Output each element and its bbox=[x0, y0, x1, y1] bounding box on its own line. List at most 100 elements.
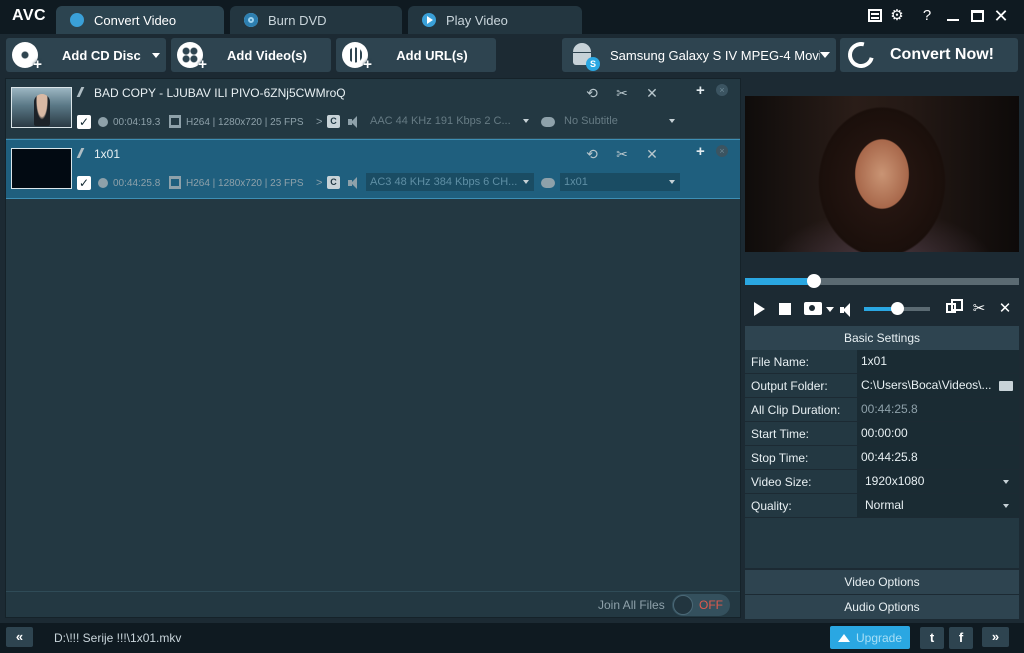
file-title[interactable]: BAD COPY - LJUBAV ILI PIVO-6ZNj5CWMroQ bbox=[94, 86, 346, 100]
start-time-field[interactable]: 00:00:00 bbox=[857, 422, 1019, 445]
remove-file-icon[interactable]: × bbox=[716, 84, 728, 96]
audio-options-button[interactable]: Audio Options bbox=[745, 595, 1019, 619]
clock-icon bbox=[98, 178, 108, 188]
app-logo: AVC bbox=[12, 7, 47, 24]
audio-track-label: AAC 44 KHz 191 Kbps 2 C... bbox=[370, 115, 511, 127]
minimize-icon bbox=[947, 19, 959, 21]
subtitle-label: 1x01 bbox=[564, 176, 588, 188]
effects-icon[interactable]: ✕ bbox=[644, 85, 660, 101]
add-videos-button[interactable]: Add Video(s) bbox=[171, 38, 331, 73]
convert-now-button[interactable]: Convert Now! bbox=[840, 37, 1018, 73]
volume-slider[interactable] bbox=[864, 302, 930, 315]
play-icon[interactable] bbox=[754, 302, 765, 316]
sync-icon[interactable]: ⟲ bbox=[584, 146, 600, 162]
tab-play-video[interactable]: Play Video bbox=[408, 6, 582, 34]
tab-label: Convert Video bbox=[94, 12, 177, 28]
video-info: H264 | 1280x720 | 25 FPS bbox=[186, 117, 304, 128]
chevron-down-icon[interactable] bbox=[826, 307, 834, 312]
maximize-button[interactable] bbox=[966, 6, 988, 26]
folder-icon[interactable] bbox=[999, 381, 1013, 391]
twitter-button[interactable]: t bbox=[920, 627, 944, 649]
add-urls-button[interactable]: Add URL(s) bbox=[336, 38, 496, 73]
video-size-select[interactable]: 1920x1080 bbox=[857, 470, 1019, 493]
basic-settings-header[interactable]: Basic Settings bbox=[745, 326, 1019, 350]
twitter-icon: t bbox=[929, 630, 935, 645]
disc-icon bbox=[244, 13, 258, 27]
video-info: H264 | 1280x720 | 23 FPS bbox=[186, 178, 304, 189]
add-segment-icon[interactable]: + bbox=[696, 82, 705, 99]
title-bar: AVC Convert Video Burn DVD Play Video ⚙ … bbox=[0, 0, 1024, 34]
subtitle-icon bbox=[541, 178, 555, 188]
video-thumbnail[interactable] bbox=[11, 87, 72, 128]
video-thumbnail[interactable] bbox=[11, 148, 72, 189]
video-preview[interactable] bbox=[745, 96, 1019, 252]
add-url-icon bbox=[342, 42, 372, 73]
edit-icon[interactable] bbox=[76, 148, 92, 158]
menu-button[interactable] bbox=[864, 6, 886, 26]
add-segment-icon[interactable]: + bbox=[696, 143, 705, 160]
scissors-icon[interactable]: ✂ bbox=[614, 146, 630, 162]
remove-file-icon[interactable]: × bbox=[716, 145, 728, 157]
speaker-icon bbox=[348, 116, 360, 128]
chevron-down-icon bbox=[523, 180, 529, 184]
edit-icon[interactable] bbox=[76, 87, 92, 97]
refresh-icon bbox=[843, 37, 879, 73]
quality-select[interactable]: Normal bbox=[857, 494, 1019, 517]
file-name-field[interactable]: 1x01 bbox=[857, 350, 1019, 373]
settings-button[interactable]: ⚙ bbox=[886, 6, 908, 26]
chevron-down-icon bbox=[523, 119, 529, 123]
arrow-icon: > bbox=[316, 116, 323, 128]
setting-quality: Quality: Normal bbox=[745, 494, 1019, 518]
sync-icon[interactable]: ⟲ bbox=[584, 85, 600, 101]
file-row[interactable]: BAD COPY - LJUBAV ILI PIVO-6ZNj5CWMroQ ✓… bbox=[6, 79, 740, 139]
convert-now-label: Convert Now! bbox=[890, 46, 994, 63]
output-folder-field[interactable]: C:\Users\Boca\Videos\... bbox=[857, 374, 1019, 397]
file-checkbox[interactable]: ✓ bbox=[77, 176, 91, 190]
chevron-down-icon[interactable] bbox=[152, 52, 160, 58]
setting-file-name: File Name: 1x01 bbox=[745, 350, 1019, 374]
collapse-button[interactable]: « bbox=[6, 627, 33, 647]
preview-panel: ✂ ✕ Basic Settings File Name: 1x01 Outpu… bbox=[744, 78, 1020, 619]
minimize-button[interactable] bbox=[942, 6, 964, 26]
file-list: BAD COPY - LJUBAV ILI PIVO-6ZNj5CWMroQ ✓… bbox=[5, 78, 741, 618]
output-profile-select[interactable]: S Samsung Galaxy S IV MPEG-4 Movie (... bbox=[562, 38, 836, 72]
expand-button[interactable]: » bbox=[982, 627, 1009, 647]
file-row[interactable]: 1x01 ✓ 00:44:25.8 H264 | 1280x720 | 23 F… bbox=[6, 139, 740, 199]
tab-burn-dvd[interactable]: Burn DVD bbox=[230, 6, 402, 34]
effects-icon[interactable]: ✕ bbox=[996, 300, 1014, 318]
status-bar: « D:\!!! Serije !!!\1x01.mkv Upgrade t f… bbox=[0, 623, 1024, 653]
file-title[interactable]: 1x01 bbox=[94, 147, 120, 161]
join-all-files-toggle[interactable]: OFF bbox=[672, 594, 730, 616]
audio-track-select[interactable]: AAC 44 KHz 191 Kbps 2 C... bbox=[366, 112, 534, 130]
output-folder-value: C:\Users\Boca\Videos\... bbox=[861, 378, 992, 392]
audio-track-select[interactable]: AC3 48 KHz 384 Kbps 6 CH... bbox=[366, 173, 534, 191]
convert-icon bbox=[70, 13, 84, 27]
help-button[interactable]: ? bbox=[916, 6, 938, 26]
add-cd-disc-button[interactable]: Add CD Disc bbox=[6, 38, 166, 73]
effects-icon[interactable]: ✕ bbox=[644, 146, 660, 162]
codec-badge-icon: C bbox=[327, 176, 340, 189]
stop-time-field[interactable]: 00:44:25.8 bbox=[857, 446, 1019, 469]
detach-window-button[interactable] bbox=[942, 299, 963, 318]
seek-bar[interactable] bbox=[745, 274, 1019, 288]
file-checkbox[interactable]: ✓ bbox=[77, 115, 91, 129]
upgrade-button[interactable]: Upgrade bbox=[830, 626, 910, 649]
video-options-button[interactable]: Video Options bbox=[745, 570, 1019, 594]
stop-icon[interactable] bbox=[779, 303, 791, 315]
volume-handle[interactable] bbox=[891, 302, 904, 315]
basic-settings: Basic Settings File Name: 1x01 Output Fo… bbox=[745, 326, 1019, 568]
window-icon bbox=[946, 299, 963, 313]
seek-handle[interactable] bbox=[806, 274, 821, 288]
snapshot-icon[interactable] bbox=[804, 302, 822, 315]
tab-convert-video[interactable]: Convert Video bbox=[56, 6, 224, 34]
subtitle-select[interactable]: 1x01 bbox=[560, 173, 680, 191]
chevron-down-icon bbox=[1003, 504, 1009, 508]
tab-label: Play Video bbox=[446, 12, 508, 28]
subtitle-select[interactable]: No Subtitle bbox=[560, 112, 680, 130]
scissors-icon[interactable]: ✂ bbox=[970, 300, 988, 318]
volume-icon[interactable] bbox=[840, 303, 858, 317]
scissors-icon[interactable]: ✂ bbox=[614, 85, 630, 101]
close-button[interactable]: ✕ bbox=[990, 6, 1012, 26]
facebook-button[interactable]: f bbox=[949, 627, 973, 649]
upgrade-arrow-icon bbox=[837, 633, 850, 642]
